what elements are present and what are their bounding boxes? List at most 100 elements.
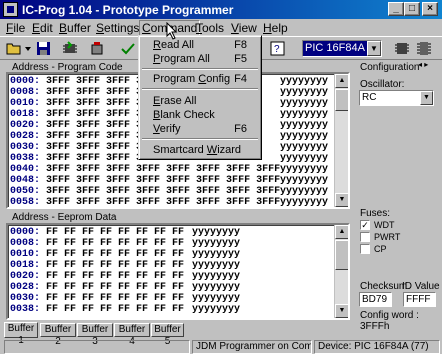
fuse-pwrt-label: PWRT — [374, 232, 401, 242]
row-bytes[interactable]: FF FF FF FF FF FF FF FF — [46, 271, 184, 282]
program-code-row: 0058: 3FFF 3FFF 3FFF 3FFF 3FFF 3FFF 3FFF… — [10, 197, 328, 207]
row-ascii: yyyyyyyy — [192, 271, 241, 282]
oscillator-value: RC — [362, 92, 377, 103]
row-bytes[interactable]: FF FF FF FF FF FF FF FF — [46, 282, 184, 293]
menu-program-config[interactable]: Program Config — [153, 73, 230, 85]
checksum-field[interactable]: BD79 — [359, 292, 392, 307]
chevron-down-icon[interactable]: ▼ — [420, 91, 433, 105]
row-address: 0020: — [10, 271, 41, 282]
device-select-value: PIC 16F84A — [305, 42, 365, 54]
row-ascii: yyyyyyyy — [192, 238, 241, 249]
row-words[interactable]: 3FFF 3FFF 3FFF 3 — [46, 76, 142, 87]
row-ascii: yyyyyyyy — [280, 98, 329, 109]
verify-shortcut: F6 — [234, 123, 247, 135]
menu-smartcard-wizard[interactable]: Smartcard Wizard — [153, 144, 241, 156]
device-select[interactable]: PIC 16F84A ▼ — [302, 40, 382, 57]
row-words[interactable]: 3FFF 3FFF 3FFF 3FFF 3FFF 3FFF 3FFF 3FFF — [46, 197, 280, 207]
row-address: 0028: — [10, 282, 41, 293]
row-address: 0030: — [10, 293, 41, 304]
minimize-button[interactable]: _ — [388, 2, 404, 16]
verify-icon[interactable] — [120, 41, 136, 56]
row-address: 0038: — [10, 304, 41, 315]
eeprom-grid[interactable]: 0000: FF FF FF FF FF FF FF FF yyyyyyyy 000… — [6, 223, 350, 320]
row-bytes[interactable]: FF FF FF FF FF FF FF FF — [46, 227, 184, 238]
scroll-thumb[interactable] — [335, 240, 348, 270]
row-address: 0030: — [10, 142, 41, 153]
row-ascii: yyyyyyyy — [280, 197, 329, 208]
row-words[interactable]: 3FFF 3FFF 3FFF 3FFF 3FFF 3FFF 3FFF 3FFF — [46, 175, 280, 186]
menu-tools[interactable]: Tools — [196, 21, 224, 35]
row-words[interactable]: 3FFF 3FFF 3FFF 3 — [46, 131, 142, 142]
tab-buffer-1[interactable]: Buffer 1 — [4, 322, 38, 346]
row-words[interactable]: 3FFF 3FFF 3FFF 3FFF 3FFF 3FFF 3FFF 3FFF — [46, 164, 280, 175]
scroll-down-icon[interactable]: ▼ — [335, 304, 348, 318]
row-address: 0018: — [10, 109, 41, 120]
eeprom-scrollbar[interactable]: ▲ ▼ — [334, 225, 348, 318]
row-ascii: yyyyyyyy — [280, 76, 329, 87]
tab-buffer-3[interactable]: Buffer 3 — [77, 323, 113, 347]
row-words[interactable]: 3FFF 3FFF 3FFF 3 — [46, 142, 142, 153]
row-words[interactable]: 3FFF 3FFF 3FFF 3 — [46, 153, 142, 164]
row-address: 0000: — [10, 227, 41, 238]
menu-settings[interactable]: Settings — [96, 21, 139, 35]
row-words[interactable]: 3FFF 3FFF 3FFF 3 — [46, 109, 142, 120]
menu-buffer[interactable]: Buffer — [59, 21, 91, 35]
row-ascii: yyyyyyyy — [280, 164, 329, 175]
menu-view[interactable]: View — [231, 21, 257, 35]
row-words[interactable]: 3FFF 3FFF 3FFF 3 — [46, 120, 142, 131]
open-folder-icon[interactable] — [6, 41, 22, 56]
row-address: 0010: — [10, 249, 41, 260]
row-words[interactable]: 3FFF 3FFF 3FFF 3 — [46, 87, 142, 98]
close-button[interactable]: × — [422, 2, 438, 16]
row-address: 0000: — [10, 76, 41, 87]
row-ascii: yyyyyyyy — [280, 120, 329, 131]
save-icon[interactable] — [36, 41, 52, 56]
fuse-pwrt-checkbox[interactable] — [360, 232, 370, 242]
menu-help[interactable]: Help — [263, 21, 288, 35]
row-bytes[interactable]: FF FF FF FF FF FF FF FF — [46, 293, 184, 304]
oscillator-select[interactable]: RC ▼ — [359, 90, 434, 106]
scroll-up-icon[interactable]: ▲ — [335, 225, 348, 239]
row-ascii: yyyyyyyy — [280, 142, 329, 153]
row-ascii: yyyyyyyy — [192, 227, 241, 238]
panel-arrows-icon[interactable]: ◂ ▸ — [418, 60, 428, 69]
row-bytes[interactable]: FF FF FF FF FF FF FF FF — [46, 238, 184, 249]
row-bytes[interactable]: FF FF FF FF FF FF FF FF — [46, 260, 184, 271]
row-bytes[interactable]: FF FF FF FF FF FF FF FF — [46, 304, 184, 315]
menu-verify[interactable]: Verify — [153, 123, 181, 135]
chip-info-icon[interactable] — [394, 41, 410, 56]
menu-read-all[interactable]: Read All — [153, 39, 194, 51]
menu-edit[interactable]: Edit — [32, 21, 53, 35]
read-chip-icon[interactable] — [62, 41, 78, 56]
help-icon[interactable]: ? — [270, 41, 286, 56]
scroll-up-icon[interactable]: ▲ — [335, 74, 348, 88]
tab-buffer-5[interactable]: Buffer 5 — [151, 323, 184, 347]
oscillator-label: Oscillator: — [360, 79, 405, 90]
scroll-thumb[interactable] — [335, 89, 348, 111]
fuse-cp-checkbox[interactable] — [360, 244, 370, 254]
program-chip-icon[interactable] — [89, 41, 105, 56]
scroll-down-icon[interactable]: ▼ — [335, 193, 348, 207]
maximize-button[interactable]: □ — [404, 2, 420, 16]
row-ascii: yyyyyyyy — [280, 131, 329, 142]
row-address: 0040: — [10, 164, 41, 175]
id-value-field[interactable]: FFFF — [403, 292, 436, 307]
menu-blank-check[interactable]: Blank Check — [153, 109, 215, 121]
menu-program-all[interactable]: Program All — [153, 53, 210, 65]
app-icon[interactable] — [3, 2, 18, 17]
chevron-down-icon[interactable]: ▼ — [367, 41, 381, 56]
row-bytes[interactable]: FF FF FF FF FF FF FF FF — [46, 249, 184, 260]
row-words[interactable]: 3FFF 3FFF 3FFF 3FFF 3FFF 3FFF 3FFF 3FFF — [46, 186, 280, 197]
row-words[interactable]: 3FFF 3FFF 3FFF 3 — [46, 98, 142, 109]
menu-erase-all[interactable]: Erase All — [153, 95, 196, 107]
chip-image-icon[interactable] — [416, 41, 432, 56]
config-word: Config word : 3FFFh — [360, 310, 419, 332]
open-dropdown-arrow-icon[interactable] — [24, 41, 32, 56]
program-code-scrollbar[interactable]: ▲ ▼ — [334, 74, 348, 207]
fuse-wdt-checkbox[interactable]: ✓ — [360, 220, 370, 230]
tab-buffer-2[interactable]: Buffer 2 — [40, 323, 76, 347]
tab-buffer-4[interactable]: Buffer 4 — [114, 323, 150, 347]
status-device: Device: PIC 16F84A (77) — [314, 340, 440, 354]
menu-file[interactable]: File — [6, 21, 25, 35]
row-ascii: yyyyyyyy — [192, 249, 241, 260]
